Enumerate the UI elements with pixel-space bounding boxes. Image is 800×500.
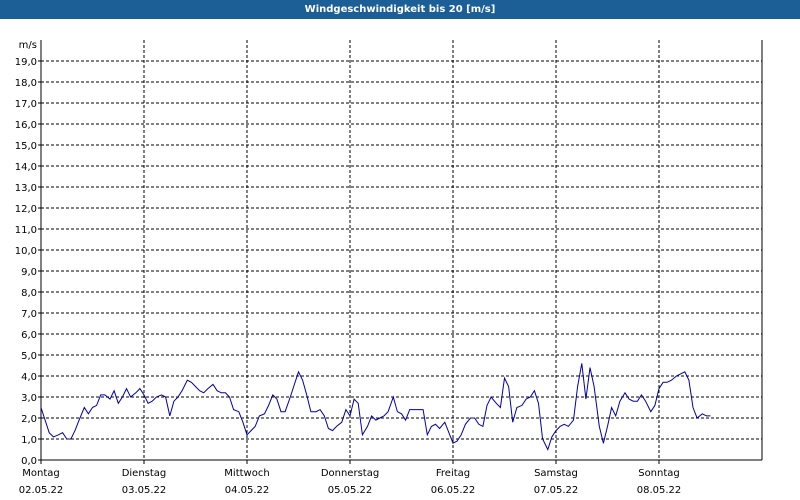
x-tick-date: 08.05.22 bbox=[637, 485, 682, 496]
y-tick-label: 5,0 bbox=[21, 351, 37, 362]
x-tick-weekday: Samstag bbox=[534, 468, 578, 479]
wind-speed-chart: 0,0 1,0 2,0 3,0 4,0 5,0 6,0 7,0 8,0 9,0 10,0 11,0 12… bbox=[15, 40, 763, 496]
y-tick-label: 10,0 bbox=[15, 246, 37, 257]
x-tick-date: 02.05.22 bbox=[19, 485, 64, 496]
x-tick-weekday: Freitag bbox=[436, 468, 470, 479]
labels-layer: 0,0 1,0 2,0 3,0 4,0 5,0 6,0 7,0 8,0 9,0 10,0 11,0 12… bbox=[15, 40, 682, 496]
y-tick-label: 4,0 bbox=[21, 372, 37, 383]
x-tick-weekday: Mittwoch bbox=[224, 468, 269, 479]
x-tick-weekday: Sonntag bbox=[638, 468, 680, 479]
y-tick-label: 0,0 bbox=[21, 456, 37, 467]
y-tick-label: 7,0 bbox=[21, 309, 37, 320]
x-tick-weekday: Dienstag bbox=[122, 468, 167, 479]
y-tick-label: 6,0 bbox=[21, 330, 37, 341]
x-tick-date: 04.05.22 bbox=[225, 485, 270, 496]
x-tick-date: 05.05.22 bbox=[328, 485, 373, 496]
y-tick-label: 18,0 bbox=[15, 78, 37, 89]
y-tick-label: 14,0 bbox=[15, 162, 37, 173]
x-tick-date: 03.05.22 bbox=[122, 485, 167, 496]
y-tick-label: 15,0 bbox=[15, 141, 37, 152]
y-tick-label: 3,0 bbox=[21, 393, 37, 404]
y-tick-label: 9,0 bbox=[21, 267, 37, 278]
y-tick-label: 16,0 bbox=[15, 120, 37, 131]
x-tick-weekday: Montag bbox=[22, 468, 59, 479]
grid-layer bbox=[41, 40, 762, 460]
y-tick-label: 11,0 bbox=[15, 225, 37, 236]
y-tick-label: 19,0 bbox=[15, 57, 37, 68]
y-tick-label: 13,0 bbox=[15, 183, 37, 194]
y-tick-label: 1,0 bbox=[21, 435, 37, 446]
y-tick-label: 8,0 bbox=[21, 288, 37, 299]
chart-window: Windgeschwindigkeit bis 20 [m/s] 0,0 1,0 2… bbox=[0, 0, 800, 500]
y-tick-label: 12,0 bbox=[15, 204, 37, 215]
y-tick-label: 2,0 bbox=[21, 414, 37, 425]
x-tick-date: 06.05.22 bbox=[431, 485, 476, 496]
y-tick-label: 17,0 bbox=[15, 99, 37, 110]
x-tick-weekday: Donnerstag bbox=[321, 468, 379, 479]
x-tick-date: 07.05.22 bbox=[534, 485, 579, 496]
y-axis-label: m/s bbox=[19, 40, 37, 51]
